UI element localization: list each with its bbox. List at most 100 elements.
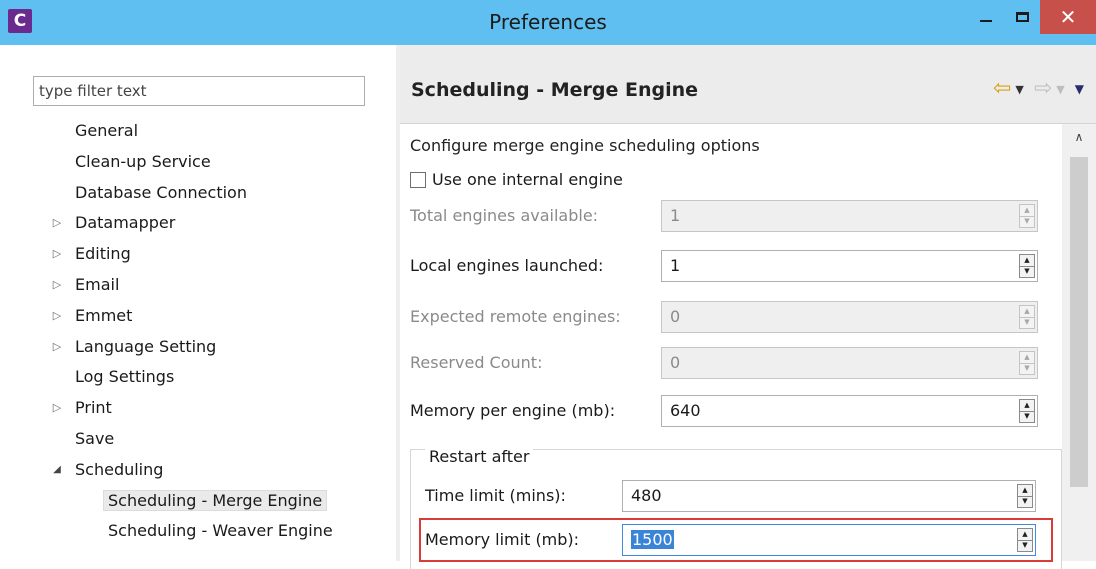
navigation-toolbar: ⇦ ▼ ⇨ ▼ ▼ — [993, 78, 1084, 100]
spin-up-icon[interactable]: ▲ — [1018, 485, 1032, 497]
tree-item-label: Scheduling - Merge Engine — [103, 490, 328, 511]
reserved-engines-row: Reserved Count: 0 ▲ ▼ — [410, 347, 1058, 379]
total-value: 1 — [670, 206, 681, 225]
spin-down-icon[interactable]: ▼ — [1020, 412, 1034, 423]
local-spinner[interactable]: 1 ▲ ▼ — [661, 250, 1038, 282]
title-bar: C Preferences ✕ — [0, 0, 1096, 45]
tree-item-label: Print — [75, 398, 112, 417]
spin-up-icon[interactable]: ▲ — [1020, 400, 1034, 412]
tree-item[interactable]: ▷ Emmet — [53, 303, 133, 329]
spin-down-icon: ▼ — [1024, 364, 1030, 373]
total-engines-row: Total engines available: 1 ▲ ▼ — [410, 200, 1058, 232]
time-limit-value[interactable]: 480 — [631, 481, 662, 511]
tree-item[interactable]: Scheduling - Merge Engine — [103, 488, 328, 514]
reserved-value: 0 — [670, 353, 681, 372]
reserved-label: Reserved Count: — [410, 353, 543, 372]
minimize-button[interactable] — [968, 0, 1004, 34]
spin-up-icon: ▲ — [1020, 306, 1034, 318]
memory-limit-spinner[interactable]: 1500 ▲ ▼ — [622, 524, 1036, 556]
tree-item[interactable]: Clean-up Service — [75, 149, 211, 175]
spin-up-icon[interactable]: ▲ — [1020, 255, 1034, 267]
tree-item-label: Scheduling - Weaver Engine — [108, 521, 333, 540]
spin-down-icon[interactable]: ▼ — [1018, 541, 1032, 552]
forward-arrow-icon[interactable]: ⇨ — [1034, 78, 1052, 100]
remote-label: Expected remote engines: — [410, 307, 621, 326]
tree-item[interactable]: General — [75, 118, 138, 144]
scroll-up-icon[interactable]: ∧ — [1062, 130, 1096, 150]
restart-after-group: Restart after Time limit (mins): 480 ▲ ▼… — [410, 447, 1062, 569]
window-controls: ✕ — [968, 0, 1096, 34]
memory-value[interactable]: 640 — [670, 396, 701, 426]
tree-collapsed-icon[interactable]: ▷ — [50, 272, 64, 298]
remote-spin-buttons: ▲ ▼ — [1019, 305, 1035, 329]
back-dropdown-icon[interactable]: ▼ — [1015, 83, 1023, 96]
tree-item[interactable]: ▷ Print — [53, 395, 112, 421]
close-icon: ✕ — [1059, 5, 1077, 29]
memory-limit-selected-text: 1500 — [631, 530, 674, 549]
preferences-tree-panel: General Clean-up Service Database Connecti… — [0, 45, 396, 561]
local-value[interactable]: 1 — [670, 251, 680, 281]
tree-item-label: General — [75, 121, 139, 140]
tree-item[interactable]: ◢ Scheduling — [53, 457, 163, 483]
tree-expanded-icon[interactable]: ◢ — [50, 457, 64, 483]
reserved-spin-buttons: ▲ ▼ — [1019, 351, 1035, 375]
memory-limit-spin-buttons: ▲ ▼ — [1017, 528, 1033, 552]
spin-up-icon: ▲ — [1020, 205, 1034, 217]
tree-item[interactable]: ▷ Datamapper — [53, 210, 176, 236]
local-engines-row: Local engines launched: 1 ▲ ▼ — [410, 250, 1058, 282]
back-arrow-icon[interactable]: ⇦ — [993, 78, 1011, 100]
use-one-internal-engine-label: Use one internal engine — [432, 170, 623, 189]
local-label: Local engines launched: — [410, 256, 604, 275]
tree-item-label: Editing — [75, 244, 131, 263]
vertical-scrollbar[interactable]: ∧ — [1062, 124, 1096, 561]
time-limit-spinner[interactable]: 480 ▲ ▼ — [622, 480, 1036, 512]
use-one-internal-engine-option[interactable]: Use one internal engine — [410, 170, 623, 189]
reserved-spinner: 0 ▲ ▼ — [661, 347, 1038, 379]
tree-item[interactable]: Database Connection — [75, 180, 247, 206]
memory-limit-value[interactable]: 1500 — [631, 525, 674, 555]
total-spin-buttons: ▲ ▼ — [1019, 204, 1035, 228]
remote-value: 0 — [670, 307, 681, 326]
use-one-internal-engine-checkbox[interactable] — [410, 171, 426, 188]
tree-collapsed-icon[interactable]: ▷ — [50, 303, 64, 329]
memory-spin-buttons: ▲ ▼ — [1019, 399, 1035, 423]
tree-item[interactable]: Save — [75, 426, 114, 452]
scroll-thumb[interactable] — [1070, 157, 1088, 487]
tree-item-label: Email — [75, 275, 120, 294]
minimize-icon — [980, 20, 992, 22]
spin-down-icon[interactable]: ▼ — [1018, 497, 1032, 508]
maximize-button[interactable] — [1004, 0, 1040, 34]
tree-item[interactable]: ▷ Email — [53, 272, 120, 298]
remote-engines-row: Expected remote engines: 0 ▲ ▼ — [410, 301, 1058, 333]
tree-collapsed-icon[interactable]: ▷ — [50, 395, 64, 421]
spin-down-icon: ▼ — [1024, 318, 1030, 327]
forward-dropdown-icon[interactable]: ▼ — [1056, 83, 1064, 96]
tree-item-label: Language Setting — [75, 337, 217, 356]
tree-item[interactable]: ▷ Language Setting — [53, 334, 217, 360]
page-description: Configure merge engine scheduling option… — [410, 136, 760, 155]
preference-page: Scheduling - Merge Engine ⇦ ▼ ⇨ ▼ ▼ Conf… — [400, 45, 1096, 569]
view-menu-icon[interactable]: ▼ — [1075, 82, 1084, 96]
time-limit-label: Time limit (mins): — [425, 486, 566, 505]
close-button[interactable]: ✕ — [1040, 0, 1096, 34]
restart-after-legend: Restart after — [425, 447, 534, 466]
page-title: Scheduling - Merge Engine — [411, 79, 699, 101]
tree-item[interactable]: Scheduling - Weaver Engine — [108, 518, 333, 544]
memory-limit-row: Memory limit (mb): 1500 ▲ ▼ — [419, 518, 1053, 562]
tree-collapsed-icon[interactable]: ▷ — [50, 334, 64, 360]
tree-item-label: Emmet — [75, 306, 133, 325]
local-spin-buttons: ▲ ▼ — [1019, 254, 1035, 278]
memory-spinner[interactable]: 640 ▲ ▼ — [661, 395, 1038, 427]
tree-item[interactable]: ▷ Editing — [53, 241, 131, 267]
spin-up-icon[interactable]: ▲ — [1018, 529, 1032, 541]
tree-item[interactable]: Log Settings — [75, 364, 174, 390]
tree-collapsed-icon[interactable]: ▷ — [50, 241, 64, 267]
tree-collapsed-icon[interactable]: ▷ — [50, 210, 64, 236]
maximize-icon — [1015, 12, 1029, 22]
filter-input[interactable] — [33, 76, 365, 106]
page-content: Configure merge engine scheduling option… — [400, 124, 1096, 569]
memory-limit-label: Memory limit (mb): — [425, 530, 580, 549]
spin-down-icon[interactable]: ▼ — [1020, 267, 1034, 278]
memory-engines-row: Memory per engine (mb): 640 ▲ ▼ — [410, 395, 1058, 427]
tree-item-label: Clean-up Service — [75, 152, 211, 171]
